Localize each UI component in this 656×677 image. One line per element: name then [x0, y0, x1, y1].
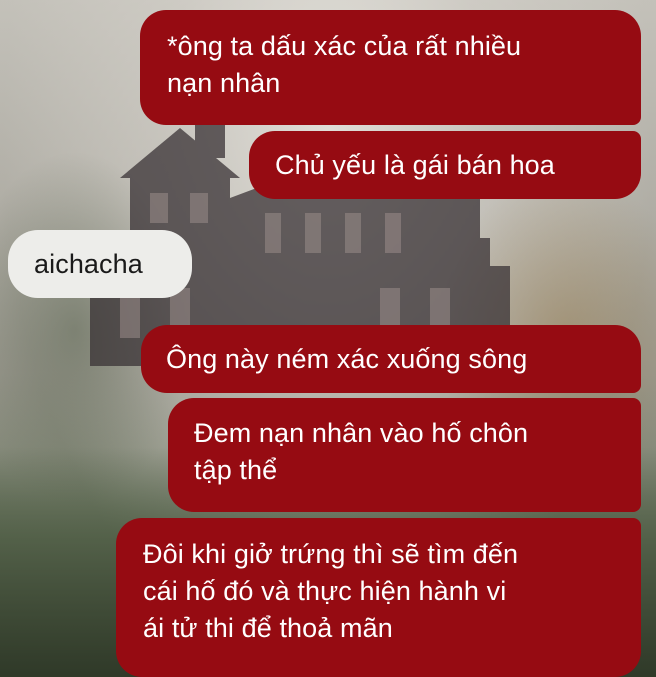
message-line: tập thể [194, 455, 278, 485]
outgoing-message[interactable]: Chủ yếu là gái bán hoa [249, 131, 641, 199]
outgoing-message[interactable]: *ông ta dấu xác của rất nhiều nạn nhân [140, 10, 641, 125]
message-line: aichacha [34, 249, 143, 279]
message-line: nạn nhân [167, 68, 281, 98]
message-line: cái hố đó và thực hiện hành vi [143, 576, 507, 606]
message-line: ái tử thi để thoả mãn [143, 613, 393, 643]
outgoing-message[interactable]: Ông này ném xác xuống sông [141, 325, 641, 393]
message-line: Đôi khi giở trứng thì sẽ tìm đến [143, 539, 519, 569]
message-line: Đem nạn nhân vào hố chôn [194, 418, 529, 448]
outgoing-message[interactable]: Đem nạn nhân vào hố chôn tập thể [168, 398, 641, 512]
incoming-message[interactable]: aichacha [8, 230, 192, 298]
outgoing-message[interactable]: Đôi khi giở trứng thì sẽ tìm đến cái hố … [116, 518, 641, 677]
message-line: *ông ta dấu xác của rất nhiều [167, 31, 522, 61]
message-line: Chủ yếu là gái bán hoa [275, 150, 555, 180]
message-line: Ông này ném xác xuống sông [166, 344, 528, 374]
